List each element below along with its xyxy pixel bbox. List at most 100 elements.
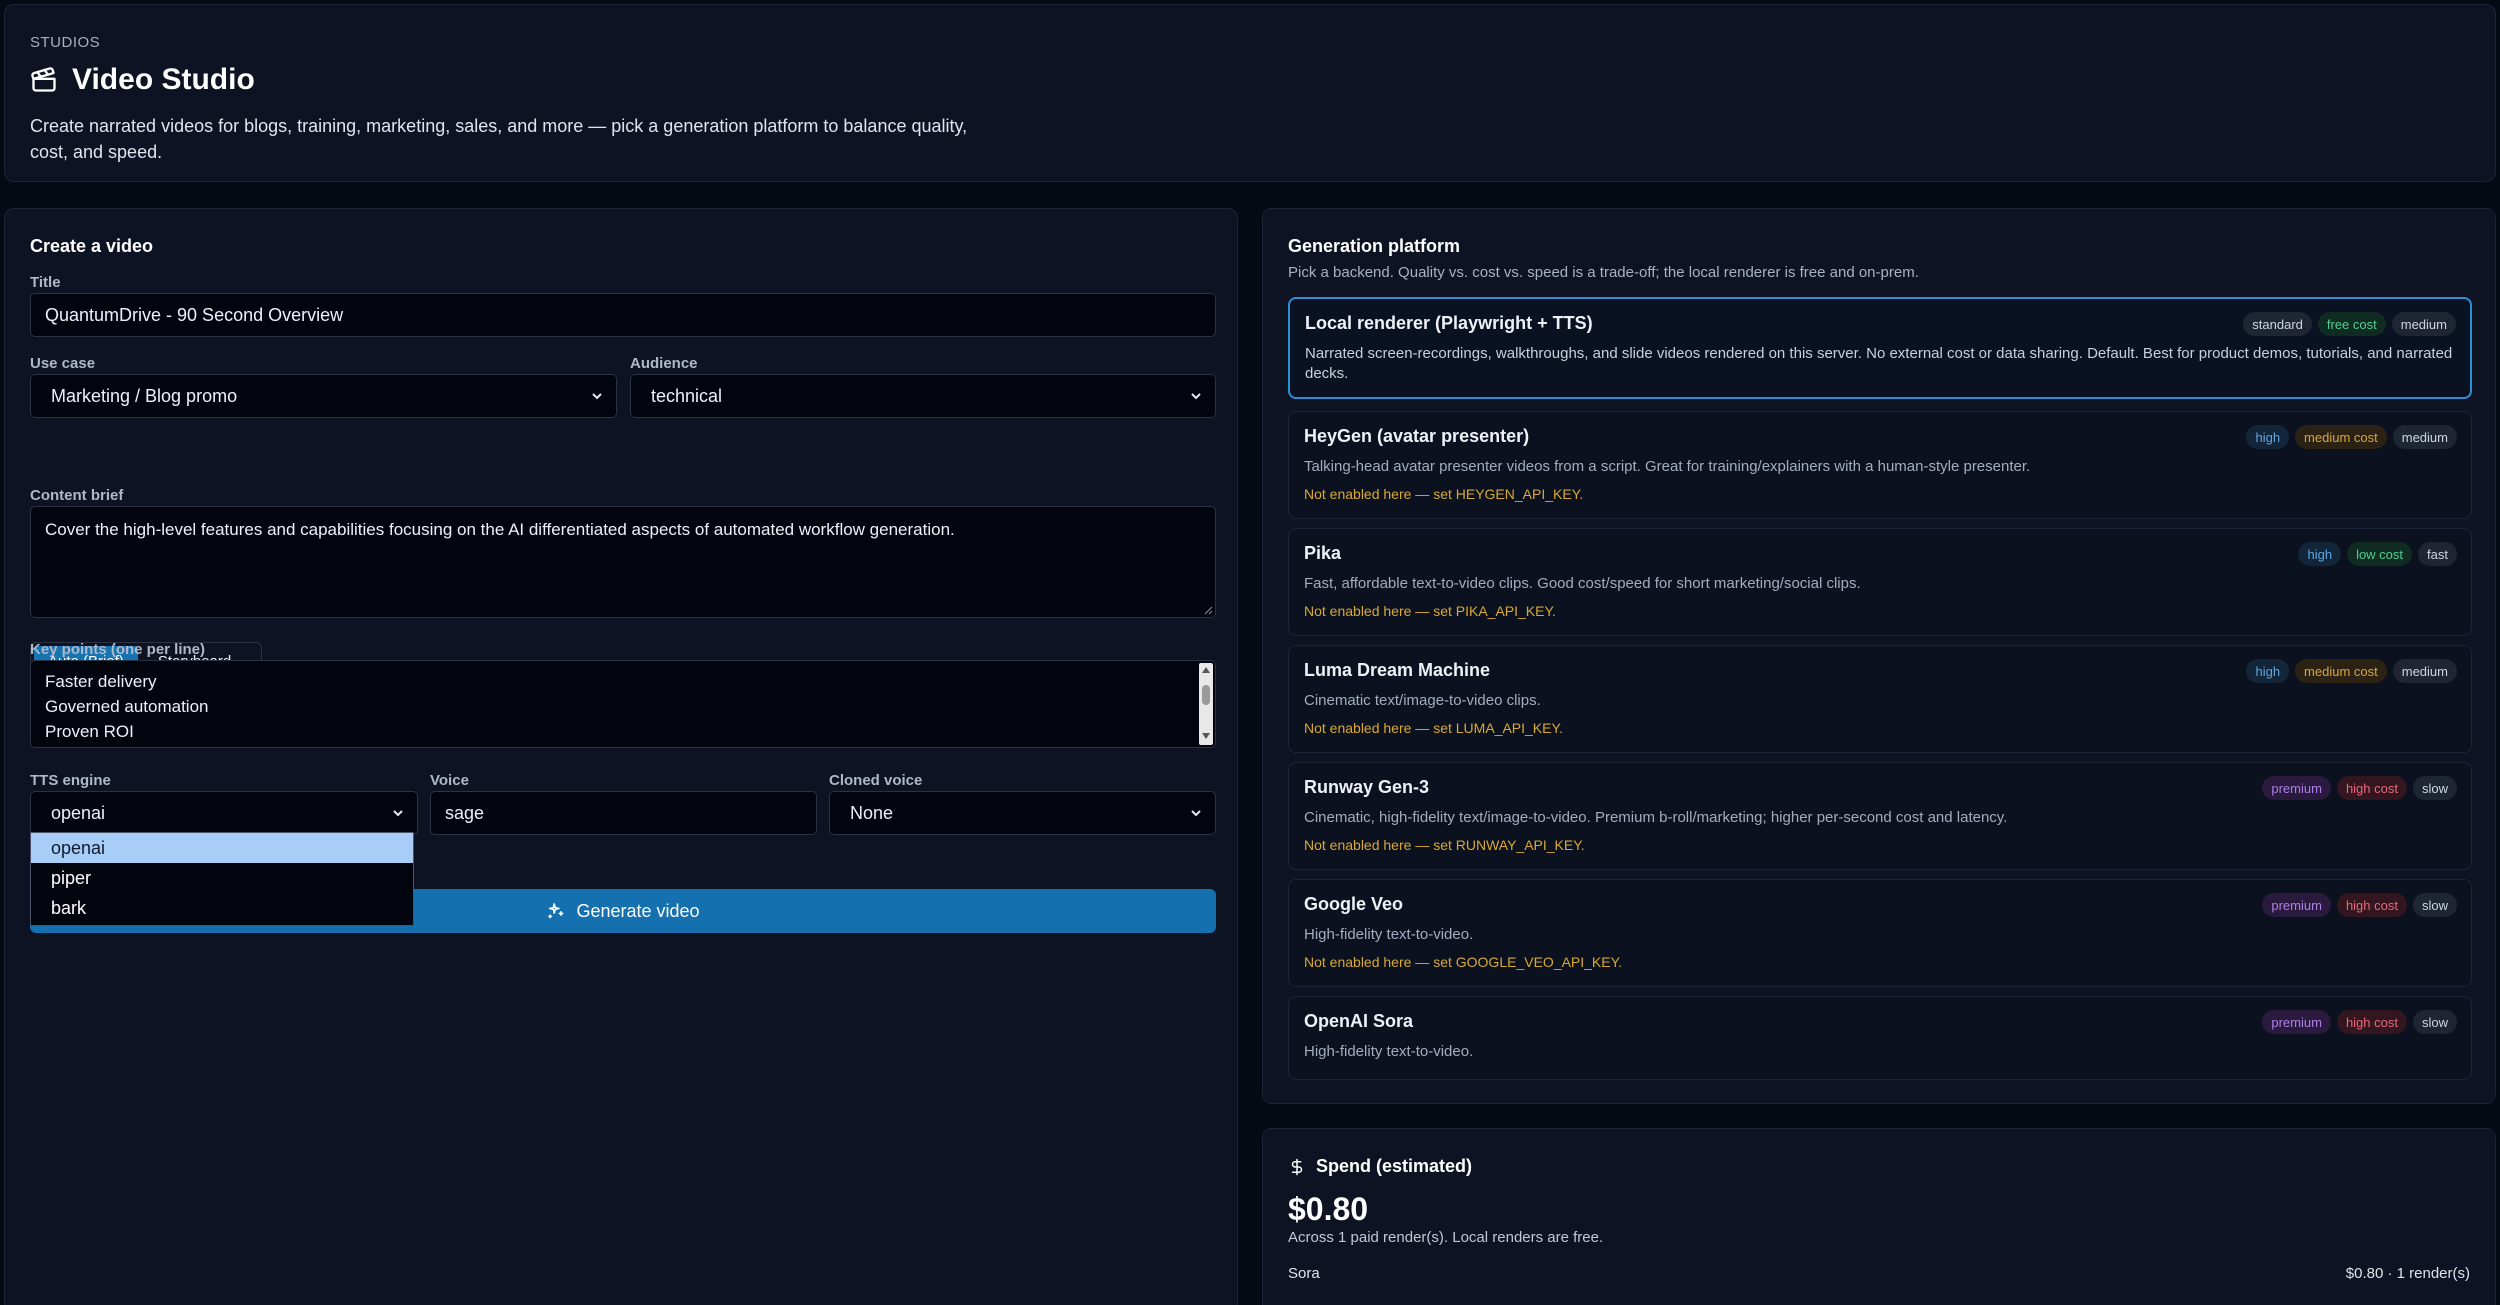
key-points-label: Key points (one per line) xyxy=(30,641,206,658)
platform-name: Luma Dream Machine xyxy=(1304,660,1491,680)
quality-badge: high xyxy=(2246,425,2290,449)
platform-badges: premium high cost slow xyxy=(2262,776,2457,800)
voice-value: sage xyxy=(445,802,485,823)
chevron-down-icon xyxy=(1191,393,1201,400)
resize-handle-icon[interactable] xyxy=(1203,605,1213,615)
key-points-textarea[interactable]: Faster delivery Governed automation Prov… xyxy=(30,660,1216,748)
quality-badge: high xyxy=(2298,542,2342,566)
platform-card-openai-sora[interactable]: OpenAI Sora premium high cost slow High-… xyxy=(1288,996,2472,1080)
dollar-icon xyxy=(1291,1158,1303,1175)
scroll-down-icon[interactable] xyxy=(1202,733,1210,739)
platform-description: High-fidelity text-to-video. xyxy=(1304,926,1474,943)
api-key-warning: Not enabled here — set LUMA_API_KEY. xyxy=(1304,720,1563,736)
platform-badges: high medium cost medium xyxy=(2246,659,2457,683)
api-key-warning: Not enabled here — set RUNWAY_API_KEY. xyxy=(1304,837,1585,853)
platform-description: Cinematic text/image-to-video clips. xyxy=(1304,692,1541,709)
title-input[interactable]: QuantumDrive - 90 Second Overview xyxy=(30,293,1216,337)
generation-platform-panel: Generation platform Pick a backend. Qual… xyxy=(1262,208,2496,1104)
cost-badge: medium cost xyxy=(2295,425,2387,449)
cloned-voice-label: Cloned voice xyxy=(829,772,923,789)
platform-name: Pika xyxy=(1304,543,1342,563)
tts-option[interactable]: openai xyxy=(31,833,413,863)
platform-description: Cinematic, high-fidelity text/image-to-v… xyxy=(1304,809,2008,826)
use-case-value: Marketing / Blog promo xyxy=(51,385,238,406)
chevron-down-icon xyxy=(1191,810,1201,817)
platform-card-luma[interactable]: Luma Dream Machine high medium cost medi… xyxy=(1288,645,2472,753)
brief-textarea[interactable]: Cover the high-level features and capabi… xyxy=(30,506,1216,618)
platform-card-google-veo[interactable]: Google Veo premium high cost slow High-f… xyxy=(1288,879,2472,987)
clapperboard-icon xyxy=(31,67,56,92)
audience-value: technical xyxy=(651,385,723,406)
quality-badge: premium xyxy=(2262,776,2331,800)
speed-badge: medium xyxy=(2391,312,2456,336)
scroll-thumb[interactable] xyxy=(1202,685,1210,705)
tts-engine-label: TTS engine xyxy=(30,772,111,789)
tts-engine-select[interactable]: openai xyxy=(30,791,418,835)
generate-video-label: Generate video xyxy=(576,900,700,921)
voice-input[interactable]: sage xyxy=(430,791,817,835)
quality-badge: high xyxy=(2246,659,2290,683)
voice-label: Voice xyxy=(430,772,469,789)
page-title-text: Video Studio xyxy=(72,63,255,96)
quality-badge: standard xyxy=(2243,312,2312,336)
page-header: STUDIOS Video Studio Create narrated vid… xyxy=(4,4,2496,182)
key-points-scrollbar[interactable] xyxy=(1199,663,1213,745)
chevron-down-icon xyxy=(393,810,403,817)
cost-badge: high cost xyxy=(2336,776,2407,800)
tts-option[interactable]: piper xyxy=(31,863,413,893)
cost-badge: free cost xyxy=(2317,312,2386,336)
platform-name: HeyGen (avatar presenter) xyxy=(1304,426,1530,446)
speed-badge: slow xyxy=(2412,1010,2457,1034)
quality-badge: premium xyxy=(2262,893,2331,917)
scroll-up-icon[interactable] xyxy=(1202,667,1210,673)
platform-badges: premium high cost slow xyxy=(2262,1010,2457,1034)
platform-badges: high medium cost medium xyxy=(2246,425,2457,449)
api-key-warning: Not enabled here — set PIKA_API_KEY. xyxy=(1304,603,1556,619)
quality-badge: premium xyxy=(2262,1010,2331,1034)
platform-description: Fast, affordable text-to-video clips. Go… xyxy=(1304,575,1861,592)
key-point-line: Proven ROI xyxy=(45,722,134,741)
title-label: Title xyxy=(30,274,61,291)
platform-badges: high low cost fast xyxy=(2298,542,2457,566)
speed-badge: slow xyxy=(2412,893,2457,917)
cost-badge: high cost xyxy=(2336,893,2407,917)
speed-badge: fast xyxy=(2418,542,2457,566)
cost-badge: medium cost xyxy=(2295,659,2387,683)
spend-row-value: $0.80 · 1 render(s) xyxy=(2345,1265,2470,1282)
platform-name: Google Veo xyxy=(1304,894,1404,914)
platform-subtitle: Pick a backend. Quality vs. cost vs. spe… xyxy=(1288,264,1919,281)
create-video-panel: Create a video Title QuantumDrive - 90 S… xyxy=(4,208,1238,1305)
cost-badge: low cost xyxy=(2347,542,2413,566)
tts-option[interactable]: bark xyxy=(31,893,413,923)
speed-badge: medium xyxy=(2392,659,2457,683)
speed-badge: slow xyxy=(2412,776,2457,800)
cloned-voice-value: None xyxy=(850,802,894,823)
platform-card-pika[interactable]: Pika high low cost fast Fast, affordable… xyxy=(1288,528,2472,636)
sparkles-icon xyxy=(548,903,564,919)
tts-engine-value: openai xyxy=(51,802,106,823)
platform-name: Local renderer (Playwright + TTS) xyxy=(1305,313,1593,333)
platform-description: High-fidelity text-to-video. xyxy=(1304,1043,1474,1060)
tts-engine-dropdown: openai piper bark xyxy=(30,832,414,926)
platform-card-runway[interactable]: Runway Gen-3 premium high cost slow Cine… xyxy=(1288,762,2472,870)
platform-card-local-renderer[interactable]: Local renderer (Playwright + TTS) standa… xyxy=(1288,297,2472,399)
spend-row-label: Sora xyxy=(1288,1265,1320,1282)
platform-name: Runway Gen-3 xyxy=(1304,777,1430,797)
page-title: Video Studio xyxy=(30,63,255,97)
speed-badge: medium xyxy=(2392,425,2457,449)
create-section-title: Create a video xyxy=(30,236,154,256)
platform-card-heygen[interactable]: HeyGen (avatar presenter) high medium co… xyxy=(1288,411,2472,519)
use-case-select[interactable]: Marketing / Blog promo xyxy=(30,374,617,418)
audience-label: Audience xyxy=(630,355,698,372)
spend-amount: $0.80 xyxy=(1288,1191,1369,1227)
platform-name: OpenAI Sora xyxy=(1304,1011,1414,1031)
spend-title: Spend (estimated) xyxy=(1288,1156,1472,1177)
platform-description: Talking-head avatar presenter videos fro… xyxy=(1304,458,2031,475)
cloned-voice-select[interactable]: None xyxy=(829,791,1216,835)
platform-description: Narrated screen-recordings, walkthroughs… xyxy=(1305,345,2453,382)
platform-badges: standard free cost medium xyxy=(2243,312,2456,336)
api-key-warning: Not enabled here — set GOOGLE_VEO_API_KE… xyxy=(1304,954,1623,970)
page-description: Create narrated videos for blogs, traini… xyxy=(30,116,968,162)
spend-title-text: Spend (estimated) xyxy=(1316,1156,1473,1176)
audience-select[interactable]: technical xyxy=(630,374,1216,418)
